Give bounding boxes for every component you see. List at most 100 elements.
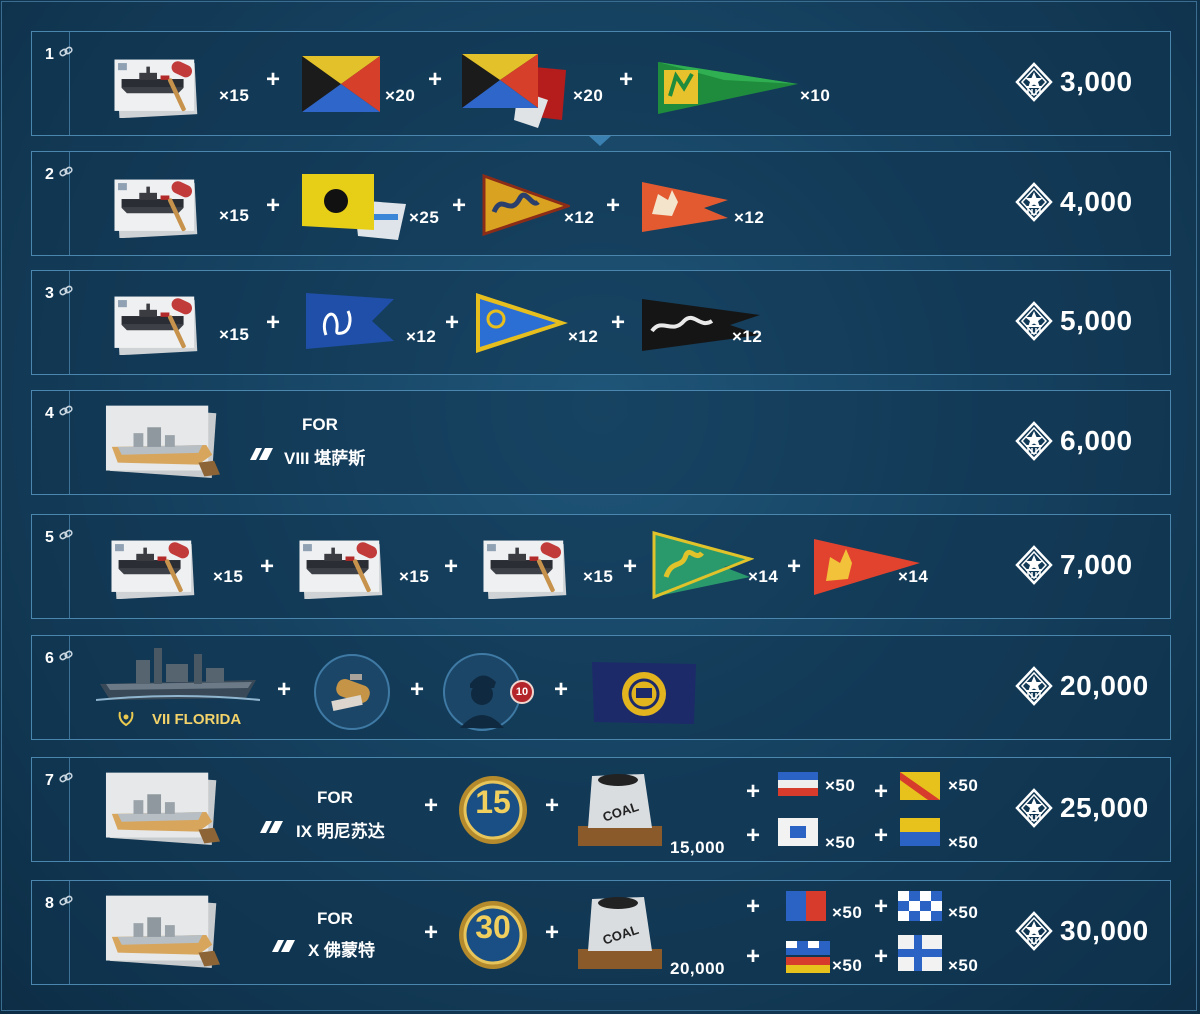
chain-link-icon <box>59 285 73 297</box>
signal-flag-blue-red-icon <box>786 891 826 921</box>
plus-sign: + <box>746 778 761 805</box>
permanent-camouflage-icon <box>104 403 222 483</box>
coal-currency-icon <box>1014 421 1054 461</box>
row-price: 6,000 <box>1014 421 1133 461</box>
dragon-pennant-yellow-icon <box>482 173 570 236</box>
signal-flag-yellow-blue-icon <box>900 818 940 846</box>
item-quantity: ×15 <box>399 567 430 586</box>
plus-sign: + <box>266 309 281 336</box>
price-value: 30,000 <box>1060 915 1149 946</box>
coal-currency-icon <box>1014 62 1054 102</box>
signal-quantity: ×50 <box>948 956 979 975</box>
camouflage-card-icon <box>292 537 392 599</box>
blue-yellow-pennant-icon <box>476 293 568 353</box>
plus-sign: + <box>545 792 560 819</box>
signal-flag-checkered-red-icon <box>786 941 830 973</box>
coal-currency-icon <box>1014 788 1054 828</box>
coal-bag-icon: COAL <box>578 897 662 969</box>
reward-row-4: 4 FOR VIII 堪萨斯 6,000 <box>31 390 1171 495</box>
medal-number: 30 <box>475 909 511 945</box>
reward-row-7: 7 FOR IX 明尼苏达 + 15 + COAL 15,000 + + ×50… <box>31 757 1171 862</box>
permanent-camouflage-icon <box>104 770 222 850</box>
plus-sign: + <box>266 192 281 219</box>
signal-flag-white-blue-icon <box>778 818 818 846</box>
item-quantity: ×12 <box>568 327 599 346</box>
coal-bag-icon: COAL <box>578 774 662 846</box>
lion-pennant-red-icon <box>642 182 728 232</box>
commander-skill-badge: 10 <box>510 680 534 704</box>
coal-amount: 20,000 <box>670 959 725 978</box>
item-quantity: ×12 <box>406 327 437 346</box>
plus-sign: + <box>277 676 292 703</box>
row-price: 20,000 <box>1014 666 1149 706</box>
price-value: 6,000 <box>1060 425 1133 456</box>
signal-flag-yellow-red-icon <box>900 772 940 800</box>
price-value: 3,000 <box>1060 66 1133 97</box>
row-number: 3 <box>45 285 54 302</box>
plus-sign: + <box>445 309 460 336</box>
plus-sign: + <box>746 943 761 970</box>
row-number: 7 <box>45 772 54 789</box>
coal-currency-icon <box>1014 182 1054 222</box>
plus-sign: + <box>606 192 621 219</box>
row-number: 8 <box>45 895 54 912</box>
row-number: 1 <box>45 46 54 63</box>
plus-sign: + <box>545 919 560 946</box>
coal-currency-icon <box>1014 301 1054 341</box>
plus-sign: + <box>410 676 425 703</box>
for-label: FOR <box>317 909 353 928</box>
signal-quantity: ×50 <box>825 833 856 852</box>
row-number: 6 <box>45 650 54 667</box>
chain-link-icon <box>59 895 73 907</box>
plus-sign: + <box>623 553 638 580</box>
plus-sign: + <box>266 66 281 93</box>
item-quantity: ×15 <box>219 86 250 105</box>
signal-flag-blue-red-icon <box>778 772 818 796</box>
plus-sign: + <box>874 893 889 920</box>
chain-link-icon <box>59 650 73 662</box>
signal-quantity: ×50 <box>832 903 863 922</box>
for-label: FOR <box>302 415 338 434</box>
item-quantity: ×15 <box>213 567 244 586</box>
coal-currency-icon <box>1014 911 1054 951</box>
chain-link-icon <box>59 529 73 541</box>
camouflage-card-icon <box>104 537 204 599</box>
item-quantity: ×15 <box>219 325 250 344</box>
item-quantity: ×14 <box>898 567 929 586</box>
ship-label: VII FLORIDA <box>152 711 242 728</box>
battleship-class-icon <box>250 448 273 460</box>
chain-link-icon <box>59 405 73 417</box>
camouflage-card-icon <box>104 293 210 355</box>
signal-flags-bundle-icon <box>462 54 566 128</box>
for-label: FOR <box>317 788 353 807</box>
plus-sign: + <box>746 822 761 849</box>
price-value: 5,000 <box>1060 305 1133 336</box>
plus-sign: + <box>428 66 443 93</box>
battleship-class-icon <box>272 940 295 952</box>
row-price: 25,000 <box>1014 788 1149 828</box>
signal-quantity: ×50 <box>948 776 979 795</box>
signal-quantity: ×50 <box>948 833 979 852</box>
signal-quantity: ×50 <box>825 776 856 795</box>
ship-name: IX 明尼苏达 <box>296 822 385 841</box>
camouflage-roller-icon <box>314 654 390 730</box>
plus-sign: + <box>424 792 439 819</box>
plus-sign: + <box>874 778 889 805</box>
row-number: 5 <box>45 529 54 546</box>
red-lion-pennant-icon <box>814 539 920 595</box>
plus-sign: + <box>611 309 626 336</box>
ship-name: X 佛蒙特 <box>308 941 376 960</box>
chain-link-icon <box>59 46 73 58</box>
chain-link-icon <box>59 772 73 784</box>
item-quantity: ×12 <box>732 327 763 346</box>
battleship-florida-icon <box>96 648 260 701</box>
item-quantity: ×25 <box>409 208 440 227</box>
price-value: 25,000 <box>1060 792 1149 823</box>
reward-row-1: 1 ×15 + ×20 + ×20 + ×10 3,000 <box>31 31 1171 136</box>
plus-sign: + <box>424 919 439 946</box>
plus-sign: + <box>619 66 634 93</box>
row-number: 2 <box>45 166 54 183</box>
signal-flag-zulu-icon <box>302 56 380 112</box>
item-quantity: ×12 <box>734 208 765 227</box>
item-quantity: ×20 <box>573 86 604 105</box>
